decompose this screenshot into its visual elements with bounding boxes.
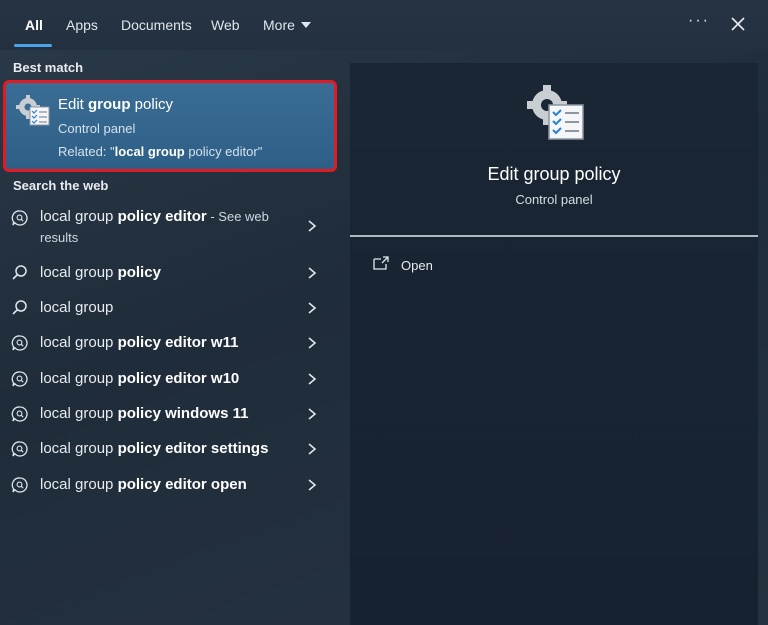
tab-apps[interactable]: Apps bbox=[66, 14, 98, 36]
web-result-row[interactable]: local group policy bbox=[0, 256, 336, 290]
search-web-heading: Search the web bbox=[13, 178, 109, 193]
web-result-row[interactable]: local group policy editor settings bbox=[0, 432, 336, 466]
web-result-row[interactable]: local group policy editor - See web resu… bbox=[0, 201, 336, 251]
chevron-right-icon bbox=[308, 373, 317, 385]
group-policy-icon bbox=[527, 85, 584, 140]
web-result-text: local group policy editor settings bbox=[40, 440, 269, 457]
chat-search-icon bbox=[11, 335, 28, 351]
preview-title: Edit group policy bbox=[487, 164, 621, 184]
preview-panel: Edit group policy Control panel Open bbox=[350, 63, 758, 625]
chevron-right-icon bbox=[308, 302, 317, 314]
web-result-row[interactable]: local group policy editor open bbox=[0, 468, 336, 502]
active-tab-indicator bbox=[14, 44, 52, 47]
search-icon bbox=[12, 265, 27, 280]
chevron-right-icon bbox=[308, 267, 317, 279]
web-result-text: local group policy editor w11 bbox=[40, 334, 239, 351]
web-result-text: local group policy editor - See web resu… bbox=[40, 208, 269, 245]
search-tab-bar: All Apps Documents Web More ··· bbox=[0, 0, 768, 50]
best-match-title: Edit group policy bbox=[58, 96, 174, 113]
open-action[interactable]: Open bbox=[401, 258, 433, 273]
close-icon[interactable] bbox=[728, 14, 748, 34]
preview-subtitle: Control panel bbox=[515, 192, 593, 207]
best-match-subtitle: Control panel bbox=[58, 121, 136, 136]
chat-search-icon bbox=[11, 371, 28, 387]
preview-divider bbox=[350, 235, 758, 237]
best-match-result[interactable]: Edit group policy Control panel Related:… bbox=[3, 80, 337, 172]
web-result-text: local group bbox=[40, 299, 114, 316]
web-result-row[interactable]: local group policy editor w11 bbox=[0, 326, 336, 360]
tab-documents[interactable]: Documents bbox=[121, 14, 192, 36]
chevron-right-icon bbox=[308, 220, 317, 232]
tab-more[interactable]: More bbox=[263, 14, 311, 36]
caret-down-icon bbox=[300, 22, 311, 29]
chat-search-icon bbox=[11, 441, 28, 457]
web-result-row[interactable]: local group policy windows 11 bbox=[0, 397, 336, 431]
web-result-row[interactable]: local group policy editor w10 bbox=[0, 362, 336, 396]
chevron-right-icon bbox=[308, 337, 317, 349]
search-icon bbox=[12, 300, 27, 315]
web-result-text: local group policy windows 11 bbox=[40, 405, 249, 422]
chevron-right-icon bbox=[308, 479, 317, 491]
best-match-heading: Best match bbox=[13, 60, 84, 75]
more-options-icon[interactable]: ··· bbox=[688, 12, 710, 30]
chevron-right-icon bbox=[308, 443, 317, 455]
tab-web[interactable]: Web bbox=[211, 14, 240, 36]
tab-all[interactable]: All bbox=[25, 14, 43, 36]
best-match-related: Related: "local group policy editor" bbox=[58, 144, 263, 159]
group-policy-icon bbox=[16, 95, 50, 126]
web-result-text: local group policy bbox=[40, 264, 161, 281]
chat-search-icon bbox=[11, 210, 28, 226]
web-result-text: local group policy editor w10 bbox=[40, 370, 240, 387]
tab-more-label: More bbox=[263, 17, 295, 33]
chat-search-icon bbox=[11, 406, 28, 422]
web-result-row[interactable]: local group bbox=[0, 291, 336, 325]
chevron-right-icon bbox=[308, 408, 317, 420]
open-external-icon bbox=[373, 256, 389, 270]
web-result-text: local group policy editor open bbox=[40, 476, 247, 493]
chat-search-icon bbox=[11, 477, 28, 493]
